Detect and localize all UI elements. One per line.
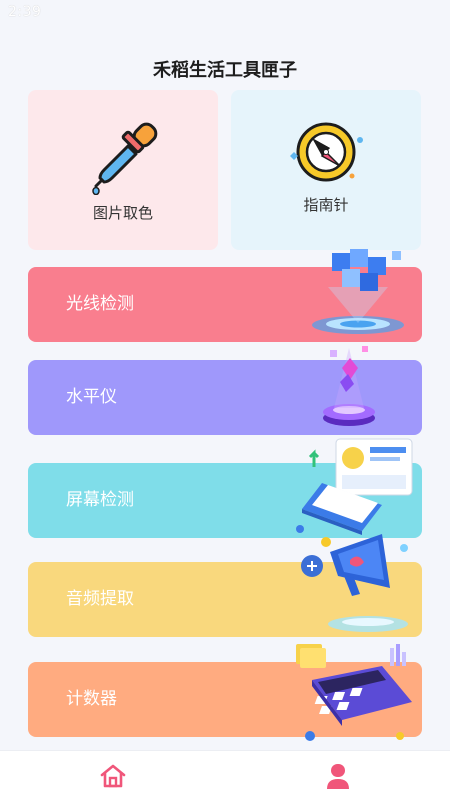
cubes-hologram-illustration xyxy=(312,249,404,334)
tool-bar-label: 光线检测 xyxy=(66,294,134,314)
tool-bar-audio-extract[interactable]: 音频提取 xyxy=(28,534,422,637)
tool-bar-screen-test[interactable]: 屏幕检测 xyxy=(28,438,422,538)
tool-card-image-color-picker[interactable]: 图片取色 xyxy=(28,90,218,250)
laptop-dashboard-illustration xyxy=(296,438,413,535)
tool-bar-label: 音频提取 xyxy=(66,589,134,609)
tool-bar-light-detection[interactable]: 光线检测 xyxy=(28,249,422,342)
tool-bar-level[interactable]: 水平仪 xyxy=(28,346,422,435)
status-time: 2:39 xyxy=(8,4,42,20)
tool-bar-label: 屏幕检测 xyxy=(66,490,134,510)
tool-card-label: 图片取色 xyxy=(92,204,153,222)
tool-bar-label: 计数器 xyxy=(66,689,117,709)
bottom-nav xyxy=(0,750,450,801)
crystal-pedestal-illustration xyxy=(323,346,375,426)
page-title: 禾稻生活工具匣子 xyxy=(153,60,297,81)
tool-bar-counter[interactable]: 计数器 xyxy=(28,644,422,741)
tool-card-compass[interactable]: 指南针 xyxy=(231,90,421,250)
tool-card-label: 指南针 xyxy=(303,196,349,214)
user-icon[interactable] xyxy=(325,762,351,790)
home-icon[interactable] xyxy=(99,762,127,790)
megaphone-illustration xyxy=(301,534,408,632)
eyedropper-icon xyxy=(92,122,158,195)
compass-icon xyxy=(290,122,363,182)
calculator-illustration xyxy=(296,644,412,741)
tool-bar-label: 水平仪 xyxy=(66,387,117,407)
